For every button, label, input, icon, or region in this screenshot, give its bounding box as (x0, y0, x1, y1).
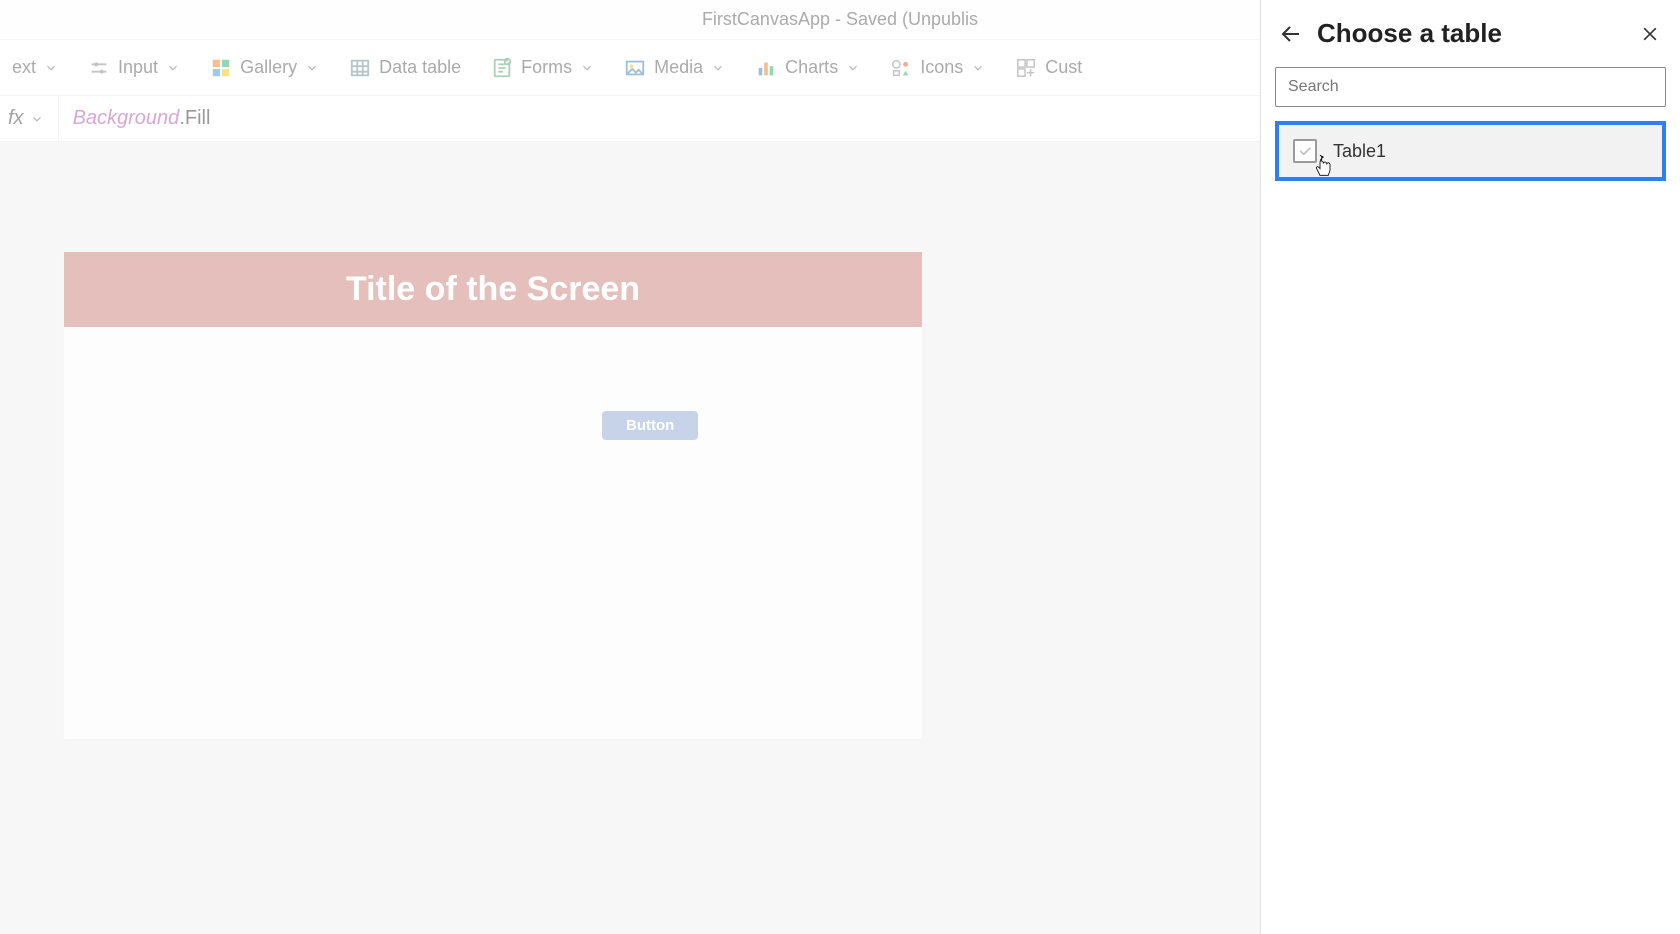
formula-property: .Fill (179, 107, 210, 129)
screen-title-bar[interactable]: Title of the Screen (64, 252, 922, 327)
fx-text: fx (8, 107, 24, 130)
close-button[interactable] (1636, 20, 1664, 48)
chevron-down-icon (711, 61, 725, 75)
addin-icon (1015, 57, 1037, 79)
toolbar-icons-label: Icons (920, 57, 963, 78)
chevron-down-icon (971, 61, 985, 75)
toolbar-gallery-dropdown[interactable]: Gallery (206, 51, 323, 85)
close-icon (1640, 24, 1660, 44)
shapes-icon (890, 57, 912, 79)
toolbar-text-label: ext (12, 57, 36, 78)
screen-body[interactable]: Button (64, 327, 922, 739)
back-button[interactable] (1277, 20, 1305, 48)
bar-chart-icon (755, 57, 777, 79)
form-icon (491, 57, 513, 79)
toolbar-forms-label: Forms (521, 57, 572, 78)
app-screen[interactable]: Title of the Screen Button (64, 252, 922, 739)
fx-label[interactable]: fx (8, 96, 59, 141)
panel-title: Choose a table (1317, 18, 1624, 49)
chevron-down-icon (846, 61, 860, 75)
toolbar-gallery-label: Gallery (240, 57, 297, 78)
chevron-down-icon (166, 61, 180, 75)
toolbar-charts-label: Charts (785, 57, 838, 78)
table-option-label: Table1 (1333, 141, 1386, 162)
check-icon (1297, 143, 1313, 159)
chevron-down-icon (305, 61, 319, 75)
toolbar-charts-dropdown[interactable]: Charts (751, 51, 864, 85)
table-option[interactable]: Table1 (1275, 121, 1666, 181)
arrow-left-icon (1279, 22, 1303, 46)
table-checkbox[interactable] (1293, 139, 1317, 163)
chevron-down-icon (44, 61, 58, 75)
mouse-cursor-icon (1315, 155, 1335, 179)
chevron-down-icon (30, 112, 44, 126)
toolbar-data-table-label: Data table (379, 57, 461, 78)
toolbar-input-label: Input (118, 57, 158, 78)
image-icon (624, 57, 646, 79)
formula-object: Background (73, 107, 180, 129)
table-list: Table1 (1275, 121, 1666, 181)
toolbar-media-label: Media (654, 57, 703, 78)
screen-title-text: Title of the Screen (346, 270, 640, 308)
toolbar-data-table[interactable]: Data table (345, 51, 465, 85)
toolbar-custom[interactable]: Cust (1011, 51, 1086, 85)
table-icon (349, 57, 371, 79)
formula-text[interactable]: Background.Fill (73, 107, 211, 131)
chevron-down-icon (580, 61, 594, 75)
toolbar-custom-label: Cust (1045, 57, 1082, 78)
slider-icon (88, 57, 110, 79)
canvas-button[interactable]: Button (602, 411, 698, 440)
panel-header: Choose a table (1275, 14, 1666, 67)
gallery-icon (210, 57, 232, 79)
toolbar-input-dropdown[interactable]: Input (84, 51, 184, 85)
toolbar-media-dropdown[interactable]: Media (620, 51, 729, 85)
choose-table-panel: Choose a table Table1 (1260, 0, 1680, 934)
toolbar-text-dropdown[interactable]: ext (8, 51, 62, 84)
toolbar-icons-dropdown[interactable]: Icons (886, 51, 989, 85)
app-title-text: FirstCanvasApp - Saved (Unpublis (702, 9, 978, 30)
toolbar-forms-dropdown[interactable]: Forms (487, 51, 598, 85)
table-search-input[interactable] (1275, 67, 1666, 107)
